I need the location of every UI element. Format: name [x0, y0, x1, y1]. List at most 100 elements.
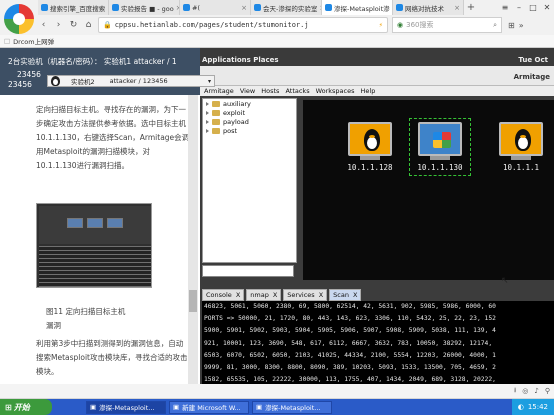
menu-icon[interactable]: ≡ — [498, 0, 512, 15]
menu-item[interactable]: Hosts — [261, 87, 279, 95]
sound-icon[interactable]: ♪ — [534, 387, 538, 395]
download-icon[interactable]: ⭳ — [514, 386, 516, 397]
tab-close-icon[interactable]: X — [236, 291, 240, 299]
close-icon[interactable]: ✕ — [540, 0, 554, 15]
module-folder[interactable]: exploit — [203, 108, 296, 117]
menu-item[interactable]: View — [240, 87, 255, 95]
browser-tab[interactable]: 网络对抗技术 × — [393, 0, 464, 15]
armitage-menubar: Armitage View Hosts Attacks Workspaces Help — [200, 86, 554, 96]
browser-tab[interactable]: #(× — [180, 0, 251, 15]
menu-item[interactable]: Armitage — [204, 87, 234, 95]
app-icon: ▣ — [256, 403, 263, 411]
linux-penguin-icon — [515, 129, 531, 151]
console-tab[interactable]: nmap X — [246, 289, 282, 301]
vm-switcher[interactable]: 实验机2 attacker / 123456 ▾ — [47, 75, 215, 87]
host-ip: 10.1.1.128 — [347, 163, 393, 172]
minimize-icon[interactable]: – — [512, 0, 526, 15]
taskbar-item[interactable]: ▣ 渗探-Metasploit... — [252, 400, 332, 414]
browser-logo-icon[interactable] — [4, 4, 34, 34]
forward-icon[interactable]: › — [53, 20, 64, 30]
tab-favicon-icon — [254, 4, 261, 11]
browser-chrome: 搜索引擎_百度搜索×实验报告 ■ - goo×#(×会天-渗探的实验室×渗探-M… — [0, 0, 554, 48]
browser-tab[interactable]: 会天-渗探的实验室× — [251, 0, 322, 15]
nav-bar: ‹ › ↻ ⌂ 🔒 cppsu.hetianlab.com/pages/stud… — [36, 15, 554, 35]
tab-close-icon[interactable]: × — [241, 4, 247, 12]
taskbar-item[interactable]: ▣ 新建 Microsoft W... — [169, 400, 249, 414]
search-input[interactable]: ◉ 360搜索 ⌕ — [392, 17, 502, 33]
guide-scrollbar[interactable] — [188, 95, 198, 384]
maximize-icon[interactable]: □ — [526, 0, 540, 15]
scrollbar-thumb[interactable] — [189, 290, 197, 312]
taskbar-item[interactable]: ▣ 渗探-Metasploit... — [86, 400, 166, 414]
home-icon[interactable]: ⌂ — [83, 20, 94, 30]
expand-icon[interactable] — [206, 110, 209, 115]
bookmark-item[interactable]: Drcom上网弹 — [13, 36, 54, 46]
zoom-icon[interactable]: ⚲ — [545, 387, 550, 395]
tab-close-icon[interactable]: × — [454, 4, 460, 12]
new-tab-button[interactable]: + — [464, 0, 478, 15]
scan-console-output[interactable]: 46823, 5061, 5060, 2380, 69, 5800, 62514… — [202, 301, 554, 384]
console-line: 5900, 5901, 5902, 5903, 5904, 5905, 5906… — [204, 327, 496, 335]
gnome-menu[interactable]: Applications Places — [202, 56, 279, 64]
tab-close-icon[interactable]: X — [273, 291, 277, 299]
accelerate-icon[interactable]: ◎ — [522, 387, 528, 395]
console-line: 6503, 6070, 6502, 6050, 2103, 41025, 443… — [204, 351, 496, 359]
windows-logo-icon — [433, 132, 451, 148]
folder-icon — [212, 118, 220, 125]
more-icon[interactable]: » — [519, 21, 524, 30]
linux-penguin-icon — [364, 129, 380, 151]
guide-paragraph-2: 利用第3步中扫描到测得到的漏洞信息，自动搜索Metasploit攻击模块库，寻找… — [36, 339, 188, 376]
module-folder[interactable]: payload — [203, 117, 296, 126]
app-icon: ▣ — [90, 403, 97, 411]
back-icon[interactable]: ‹ — [38, 20, 49, 30]
tab-label: 实验报告 ■ - goo — [121, 4, 174, 13]
targets-view[interactable]: 10.1.1.128 10.1.1.130 10.1.1.1 — [303, 100, 554, 280]
menu-item[interactable]: Workspaces — [316, 87, 355, 95]
browser-tab[interactable]: 实验报告 ■ - goo× — [109, 0, 180, 15]
target-host[interactable]: 10.1.1.130 — [409, 118, 471, 176]
console-tab[interactable]: Scan X — [329, 289, 362, 301]
module-search-input[interactable] — [202, 265, 294, 277]
expand-icon[interactable] — [206, 101, 209, 106]
module-folder[interactable]: auxiliary — [203, 99, 296, 108]
browser-tab[interactable]: 搜索引擎_百度搜索× — [38, 0, 109, 15]
taskbar-item-label: 渗探-Metasploit... — [99, 404, 155, 412]
console-line: 9999, 81, 3000, 8300, 8800, 8090, 389, 1… — [204, 364, 496, 372]
expand-icon[interactable] — [206, 128, 209, 133]
console-tabs: Console Xnmap X Services X Scan X — [202, 289, 554, 301]
extensions-icon[interactable]: ⊞ — [508, 21, 515, 30]
tab-close-icon[interactable]: X — [353, 291, 357, 299]
tray-icon[interactable]: ◐ — [518, 403, 524, 411]
menu-item[interactable]: Help — [361, 87, 376, 95]
search-placeholder: 360搜索 — [406, 21, 434, 29]
start-button[interactable]: ⊞ 开始 — [0, 399, 52, 415]
figure-caption: 图11 定向扫描目标主机 漏洞 — [46, 305, 166, 333]
menu-item[interactable]: Attacks — [285, 87, 309, 95]
search-icon[interactable]: ⌕ — [493, 21, 497, 30]
host-monitor-icon — [499, 122, 543, 156]
windows-taskbar: ⭳ ◎ ♪ ⚲ ⊞ 开始 ▣ 渗探-Metasploit... ▣ 新建 Micros… — [0, 384, 554, 415]
vm-credentials: attacker / 123456 — [109, 77, 168, 85]
monitor-stand — [360, 156, 380, 160]
console-tab-label: nmap — [250, 291, 269, 299]
bookmarks-bar: □ Drcom上网弹 — [0, 35, 554, 48]
app-icon: ▣ — [173, 403, 180, 411]
armitage-title: Armitage — [513, 73, 550, 81]
target-host[interactable]: 10.1.1.1 — [494, 122, 548, 172]
console-line: PORTS => 50000, 21, 1720, 80, 443, 143, … — [204, 315, 496, 323]
address-bar[interactable]: 🔒 cppsu.hetianlab.com/pages/student/stum… — [98, 17, 388, 33]
tab-close-icon[interactable]: X — [319, 291, 323, 299]
gnome-top-panel: Applications Places Tue Oct — [200, 48, 554, 66]
target-host[interactable]: 10.1.1.128 — [343, 122, 397, 172]
reload-icon[interactable]: ↻ — [68, 20, 79, 30]
browser-tab[interactable]: 渗探-Metasploit渗× — [322, 0, 393, 15]
guide-header: 2台实验机（机器名/密码）： 实验机1 attacker / 1 23456 2… — [0, 48, 200, 95]
remote-desktop[interactable]: Applications Places Tue Oct Armitage Arm… — [200, 48, 554, 384]
console-tab[interactable]: Services X — [283, 289, 328, 301]
expand-icon[interactable] — [206, 119, 209, 124]
console-tab[interactable]: Console X — [202, 289, 245, 301]
lightning-icon[interactable]: ⚡ — [379, 21, 383, 29]
module-folder[interactable]: post — [203, 126, 296, 135]
windows-flag-icon: ⊞ — [5, 402, 12, 412]
dropdown-icon[interactable]: ▾ — [208, 78, 211, 85]
